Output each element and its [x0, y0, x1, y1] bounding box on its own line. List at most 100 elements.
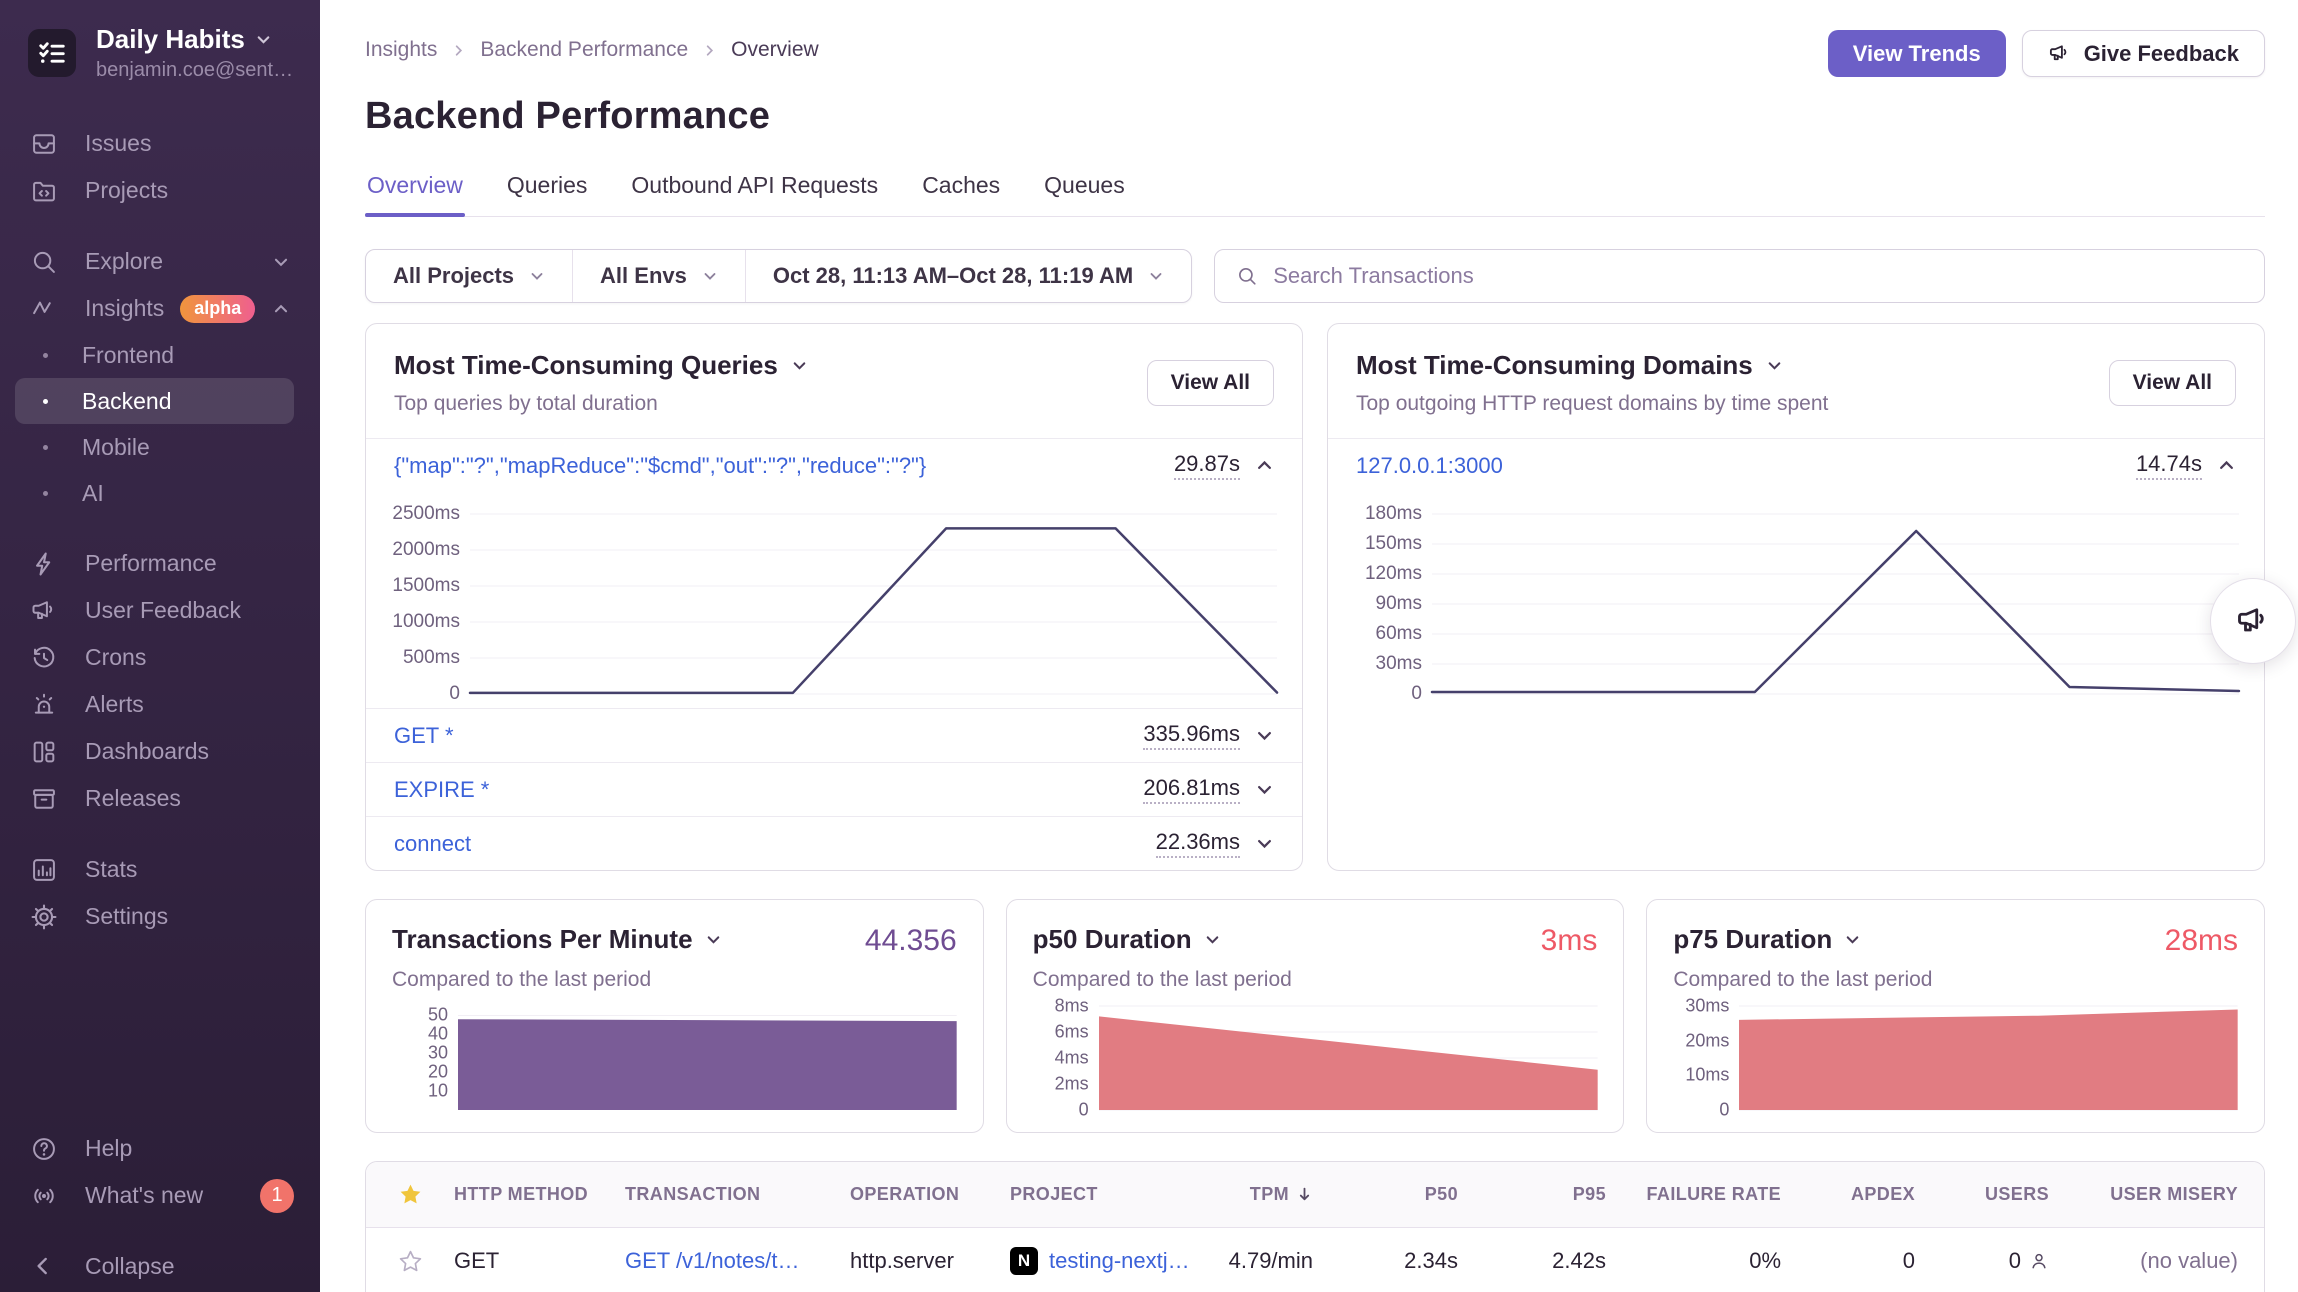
col-failure-rate[interactable]: FAILURE RATE [1616, 1184, 1791, 1205]
tpm-title-dropdown[interactable]: Transactions Per Minute [392, 924, 722, 955]
tab-queues[interactable]: Queues [1042, 172, 1127, 216]
col-tpm-sorted[interactable]: TPM [1200, 1184, 1323, 1205]
col-http-method[interactable]: HTTP METHOD [454, 1184, 625, 1205]
date-range-filter[interactable]: Oct 28, 11:13 AM–Oct 28, 11:19 AM [745, 250, 1191, 302]
chevron-down-icon[interactable] [1255, 780, 1274, 799]
favorite-star-header-icon[interactable] [398, 1182, 423, 1207]
col-tpm-label: TPM [1250, 1184, 1289, 1205]
breadcrumb-overview: Overview [731, 38, 819, 62]
lightning-icon [30, 550, 58, 578]
sidebar-item-projects[interactable]: Projects [0, 167, 320, 214]
help-icon [30, 1135, 58, 1163]
tab-caches[interactable]: Caches [920, 172, 1002, 216]
col-user-misery[interactable]: USER MISERY [2059, 1184, 2264, 1205]
chevron-down-icon [1204, 931, 1221, 948]
domain-row-expanded: 127.0.0.1:3000 14.74s [1328, 438, 2264, 492]
tab-overview[interactable]: Overview [365, 172, 465, 216]
environment-filter[interactable]: All Envs [572, 250, 745, 302]
view-trends-button[interactable]: View Trends [1828, 30, 2006, 77]
tab-outbound-api-requests[interactable]: Outbound API Requests [629, 172, 880, 216]
table-row: GET GET /v1/notes/t… http.server N testi… [366, 1228, 2264, 1292]
project-link[interactable]: testing-nextj… [1049, 1248, 1190, 1274]
sidebar-item-label: Frontend [82, 342, 174, 369]
broadcast-icon [30, 1182, 58, 1210]
sidebar-item-issues[interactable]: Issues [0, 120, 320, 167]
col-apdex[interactable]: APDEX [1791, 1184, 1925, 1205]
chevron-down-icon[interactable] [1255, 726, 1274, 745]
sidebar-item-user-feedback[interactable]: User Feedback [0, 587, 320, 634]
search-icon [30, 248, 58, 276]
sidebar-item-frontend[interactable]: Frontend [15, 332, 294, 378]
queries-card-title-dropdown[interactable]: Most Time-Consuming Queries [394, 350, 808, 381]
query-link[interactable]: connect [394, 831, 471, 857]
sidebar-item-label: Insights [85, 295, 164, 322]
query-link[interactable]: EXPIRE * [394, 777, 489, 803]
col-p95[interactable]: P95 [1468, 1184, 1616, 1205]
cell-user-misery: (no value) [2059, 1248, 2264, 1274]
col-users[interactable]: USERS [1925, 1184, 2059, 1205]
sidebar-item-insights[interactable]: Insights alpha [0, 285, 320, 332]
tpm-title: Transactions Per Minute [392, 924, 693, 955]
query-link[interactable]: GET * [394, 723, 454, 749]
search-transactions[interactable] [1214, 249, 2265, 303]
user-icon [2029, 1251, 2049, 1271]
col-operation[interactable]: OPERATION [850, 1184, 1010, 1205]
domains-view-all-button[interactable]: View All [2109, 360, 2236, 406]
most-time-consuming-queries-card: Most Time-Consuming Queries Top queries … [365, 323, 1303, 871]
sidebar-item-dashboards[interactable]: Dashboards [0, 728, 320, 775]
sidebar-item-mobile[interactable]: Mobile [15, 424, 294, 470]
search-input[interactable] [1273, 263, 2243, 289]
chevron-down-icon[interactable] [1255, 834, 1274, 853]
chevron-right-icon [451, 43, 466, 58]
favorite-star-toggle[interactable] [398, 1249, 423, 1274]
col-p50[interactable]: P50 [1323, 1184, 1468, 1205]
p75-title: p75 Duration [1673, 924, 1832, 955]
sidebar-item-help[interactable]: Help [0, 1125, 320, 1172]
environment-filter-label: All Envs [600, 263, 687, 289]
sidebar-item-ai[interactable]: AI [15, 470, 294, 516]
transaction-link[interactable]: GET /v1/notes/t… [625, 1248, 799, 1273]
domain-time-spent: 14.74s [2136, 451, 2202, 480]
chevron-up-icon[interactable] [2217, 456, 2236, 475]
project-filter[interactable]: All Projects [366, 250, 572, 302]
breadcrumb-insights[interactable]: Insights [365, 38, 437, 62]
queries-card-subtitle: Top queries by total duration [394, 392, 808, 416]
whats-new-count-badge: 1 [260, 1179, 294, 1213]
sidebar-item-crons[interactable]: Crons [0, 634, 320, 681]
p75-title-dropdown[interactable]: p75 Duration [1673, 924, 1861, 955]
chevron-down-icon [705, 931, 722, 948]
org-name: Daily Habits [96, 24, 245, 55]
chevron-right-icon [702, 43, 717, 58]
p50-title-dropdown[interactable]: p50 Duration [1033, 924, 1221, 955]
sidebar-nav: Issues Projects Explore Insights alpha F… [0, 120, 320, 940]
breadcrumb-backend-performance[interactable]: Backend Performance [480, 38, 688, 62]
sidebar-item-whats-new[interactable]: What's new 1 [0, 1172, 320, 1219]
sidebar-item-stats[interactable]: Stats [0, 846, 320, 893]
sidebar-item-explore[interactable]: Explore [0, 238, 320, 285]
give-feedback-button[interactable]: Give Feedback [2022, 30, 2265, 77]
col-project[interactable]: PROJECT [1010, 1184, 1200, 1205]
query-link[interactable]: {"map":"?","mapReduce":"$cmd","out":"?",… [394, 453, 926, 479]
queries-view-all-button[interactable]: View All [1147, 360, 1274, 406]
sidebar-footer: Help What's new 1 Collapse [0, 1125, 320, 1292]
col-transaction[interactable]: TRANSACTION [625, 1184, 850, 1205]
tab-queries[interactable]: Queries [505, 172, 590, 216]
archive-icon [30, 785, 58, 813]
sidebar-item-performance[interactable]: Performance [0, 540, 320, 587]
org-switcher[interactable]: Daily Habits benjamin.coe@sent… [0, 24, 320, 82]
sidebar-item-releases[interactable]: Releases [0, 775, 320, 822]
sidebar-collapse-button[interactable]: Collapse [0, 1243, 320, 1290]
megaphone-icon [2048, 42, 2071, 65]
floating-feedback-button[interactable] [2210, 578, 2296, 664]
sidebar-item-label: Settings [85, 903, 168, 930]
sidebar-item-label: Help [85, 1135, 132, 1162]
sidebar-item-alerts[interactable]: Alerts [0, 681, 320, 728]
domain-link[interactable]: 127.0.0.1:3000 [1356, 453, 1503, 479]
domains-card-title-dropdown[interactable]: Most Time-Consuming Domains [1356, 350, 1828, 381]
chevron-down-icon [255, 31, 272, 48]
issues-icon [30, 130, 58, 158]
sidebar-item-backend[interactable]: Backend [15, 378, 294, 424]
chevron-up-icon[interactable] [1255, 456, 1274, 475]
sidebar-item-settings[interactable]: Settings [0, 893, 320, 940]
page-title: Backend Performance [365, 95, 2265, 138]
